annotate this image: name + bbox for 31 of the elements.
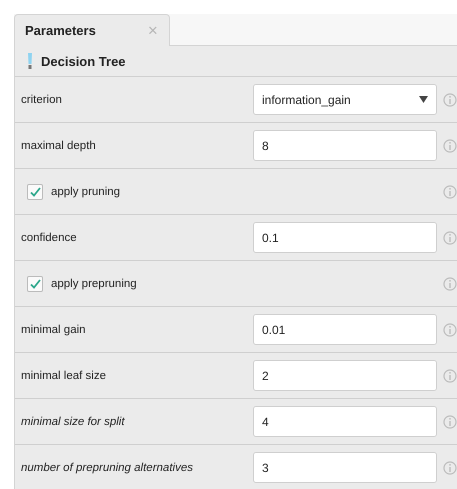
checkbox[interactable] — [27, 184, 43, 200]
caret-icon — [419, 96, 428, 103]
parameter-label: confidence — [21, 232, 78, 244]
input-field[interactable]: 0.01 — [253, 314, 437, 345]
info-icon[interactable] — [443, 276, 457, 290]
operator-title: Decision Tree — [41, 54, 126, 68]
parameter-label: minimal size for split — [21, 416, 126, 428]
parameter-label: minimal gain — [21, 324, 87, 336]
info-icon[interactable] — [443, 460, 457, 474]
info-icon[interactable] — [443, 322, 457, 336]
parameter-label: criterion — [21, 94, 63, 106]
input-field[interactable]: 8 — [253, 130, 437, 161]
parameters-tab[interactable]: Parameters × — [14, 14, 170, 46]
criterion-dropdown[interactable]: information_gain — [253, 84, 437, 115]
input-field[interactable]: 3 — [253, 452, 437, 483]
checkbox-label: apply pruning — [51, 186, 122, 198]
info-icon[interactable] — [443, 184, 457, 198]
input-field[interactable]: 4 — [253, 406, 437, 437]
info-icon[interactable] — [443, 92, 457, 106]
input-field[interactable]: 0.1 — [253, 222, 437, 253]
info-icon[interactable] — [443, 414, 457, 428]
lightbulb-icon — [27, 53, 33, 69]
checkbox[interactable] — [27, 276, 43, 292]
checkbox-label: apply prepruning — [51, 278, 138, 290]
parameter-label: number of prepruning alternatives — [21, 462, 194, 474]
info-icon[interactable] — [443, 368, 457, 382]
info-icon[interactable] — [443, 230, 457, 244]
parameter-label: maximal depth — [21, 140, 97, 152]
parameter-label: minimal leaf size — [21, 370, 107, 382]
input-field[interactable]: 2 — [253, 360, 437, 391]
info-icon[interactable] — [443, 138, 457, 152]
